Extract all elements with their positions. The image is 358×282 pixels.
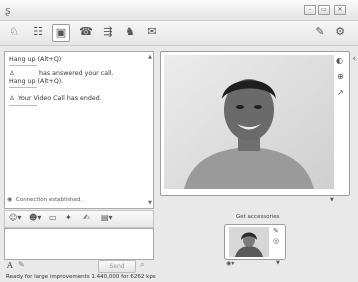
message-input[interactable]: [4, 228, 154, 260]
expand-icon[interactable]: ↗: [337, 88, 344, 97]
webcam-settings-icon[interactable]: ◎: [273, 237, 279, 245]
connection-status-row: ◉ Connection established.: [4, 196, 152, 206]
minimize-button[interactable]: –: [304, 5, 316, 15]
camera-settings-icon[interactable]: ⊕: [337, 72, 344, 81]
send-file-icon[interactable]: ✉: [144, 24, 160, 40]
divider: [9, 105, 37, 106]
self-person-image: [229, 227, 269, 257]
handwriting-icon[interactable]: ✎: [18, 260, 25, 269]
video-options-arrow[interactable]: ▼: [330, 197, 334, 203]
video-call-icon[interactable]: ▣: [52, 24, 70, 42]
title-bar: ʂ – ▭ ✕: [0, 0, 358, 21]
user-icon: ♙: [9, 70, 15, 77]
connection-status: Connection established.: [16, 197, 83, 203]
maximize-button[interactable]: ▭: [318, 5, 330, 15]
collapse-panel-icon[interactable]: ‹: [352, 54, 356, 64]
status-text: Ready for large improvements 1.440,000 f…: [6, 274, 156, 280]
volume-icon[interactable]: ◐: [336, 56, 343, 65]
remote-video: [164, 55, 334, 189]
status-bar: Ready for large improvements 1.440,000 f…: [0, 274, 358, 282]
font-button[interactable]: A: [7, 261, 13, 270]
divider: [9, 87, 37, 88]
voice-clip-icon[interactable]: ▭: [49, 213, 57, 222]
scroll-up-arrow[interactable]: ▲: [148, 54, 152, 60]
chat-message: Hang up (Alt+Q): [9, 56, 62, 63]
search-icon[interactable]: ⌕: [140, 260, 144, 270]
menu-icon[interactable]: ⚙: [332, 24, 348, 40]
chat-message: Your Video Call has ended.: [18, 95, 102, 102]
divider: [9, 65, 37, 66]
edit-icon[interactable]: ✎: [273, 227, 279, 235]
webcam-icon[interactable]: ♘: [6, 24, 22, 40]
emoticon-icon[interactable]: ☺▾: [9, 213, 21, 222]
call-icon: ♙: [9, 95, 15, 102]
contacts-icon[interactable]: ☷: [30, 24, 46, 40]
get-accessories-link[interactable]: Get accessories: [236, 214, 280, 220]
toolbar: ♘ ☷ ▣ ☎ ⇶ ♞ ✉ ✎ ⚙: [0, 21, 358, 46]
wink-icon[interactable]: ☻▾: [29, 213, 41, 222]
share-icon[interactable]: ⇶: [100, 24, 116, 40]
self-view-menu-arrow[interactable]: ▼: [276, 260, 280, 266]
background-icon[interactable]: ▤▾: [101, 213, 113, 222]
chat-history[interactable]: Hang up (Alt+Q) ♙ has answered your call…: [4, 51, 154, 209]
formatting-bar: ☺▾ ☻▾ ▭ ✦ ✍ ▤▾: [4, 210, 154, 228]
ink-icon[interactable]: ✍: [83, 213, 90, 222]
close-button[interactable]: ✕: [334, 5, 346, 15]
display-picture-icon[interactable]: ◉▾: [226, 260, 234, 267]
composer-bottom-row: A ✎ Send ⌕: [4, 258, 156, 274]
remote-person-image: [164, 55, 334, 189]
phone-icon[interactable]: ☎: [78, 24, 94, 40]
games-icon[interactable]: ♞: [122, 24, 138, 40]
chat-message: Hang up (Alt+Q).: [9, 78, 64, 85]
pen-icon[interactable]: ✎: [312, 24, 328, 40]
send-button[interactable]: Send: [98, 260, 136, 273]
nudge-icon[interactable]: ✦: [65, 213, 72, 222]
messenger-logo-icon: ʂ: [5, 4, 11, 17]
chat-message: has answered your call.: [39, 70, 114, 77]
connection-icon: ◉: [7, 196, 13, 203]
self-view: ✎ ◎: [224, 224, 286, 260]
